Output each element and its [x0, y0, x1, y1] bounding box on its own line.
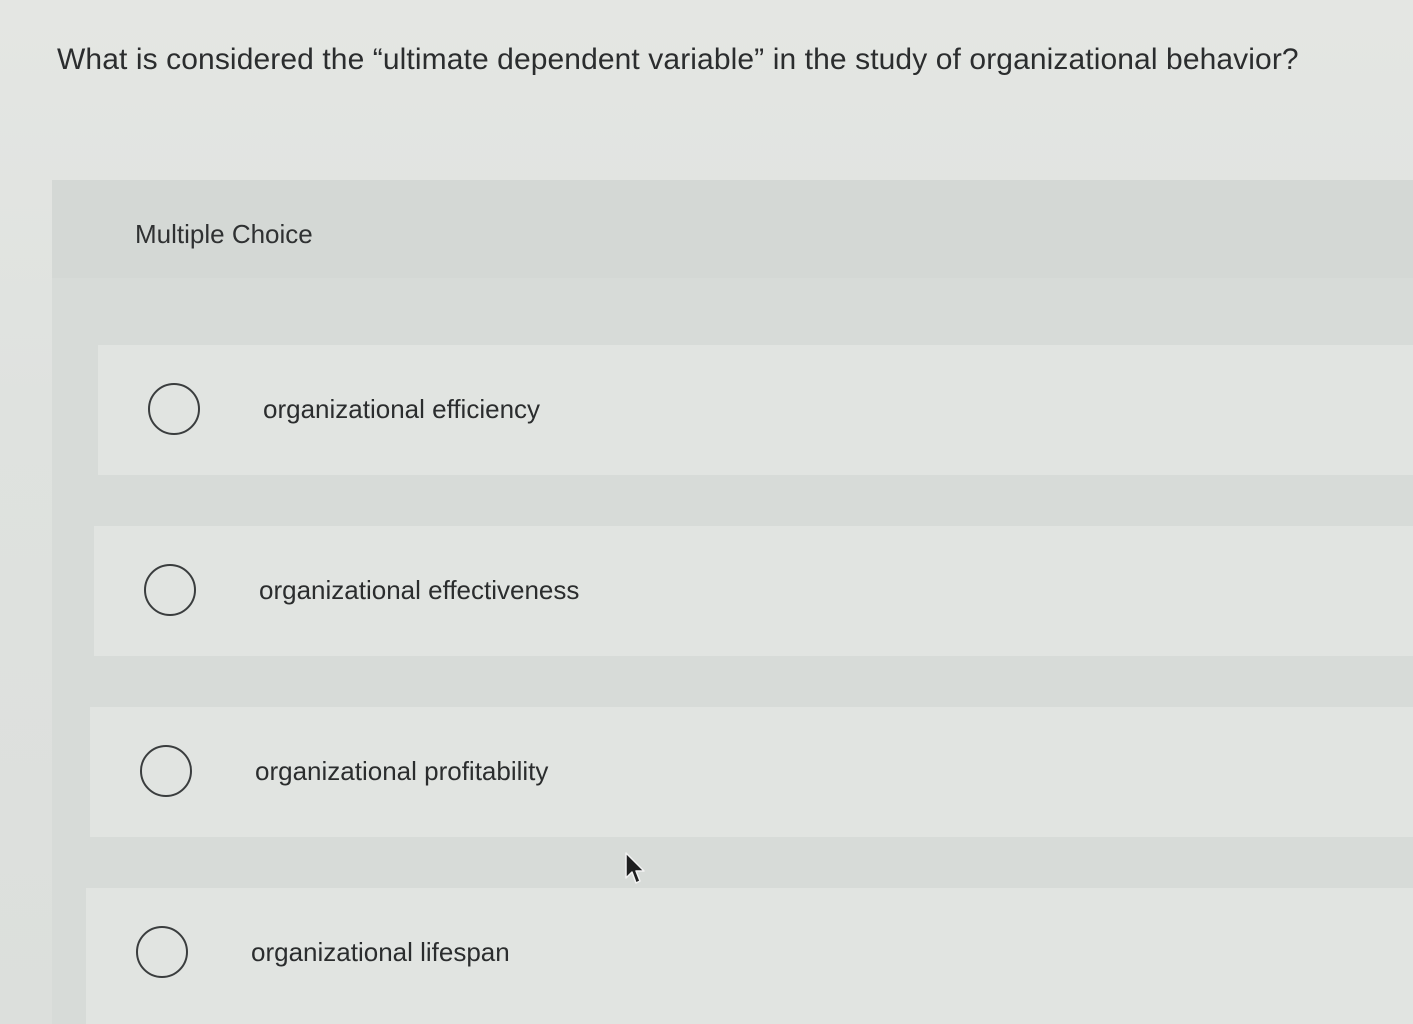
answer-option-label: organizational efficiency	[263, 394, 541, 424]
radio-circle-icon[interactable]	[136, 926, 188, 978]
quiz-page: What is considered the “ultimate depende…	[0, 0, 1413, 1024]
answer-option-label: organizational effectiveness	[259, 575, 580, 605]
answer-option-lifespan[interactable]: organizational lifespan	[86, 888, 1413, 1024]
radio-circle-icon[interactable]	[144, 564, 196, 616]
question-text: What is considered the “ultimate depende…	[57, 43, 1299, 76]
answer-option-efficiency[interactable]: organizational efficiency	[98, 345, 1413, 475]
answer-option-label: organizational lifespan	[251, 937, 510, 967]
answer-option-effectiveness[interactable]: organizational effectiveness	[94, 526, 1413, 656]
radio-circle-icon[interactable]	[148, 383, 200, 435]
mouse-pointer-icon	[625, 852, 645, 884]
answer-option-label: organizational profitability	[255, 756, 549, 786]
multiple-choice-label: Multiple Choice	[135, 219, 313, 249]
answer-option-profitability[interactable]: organizational profitability	[90, 707, 1413, 837]
radio-circle-icon[interactable]	[140, 745, 192, 797]
